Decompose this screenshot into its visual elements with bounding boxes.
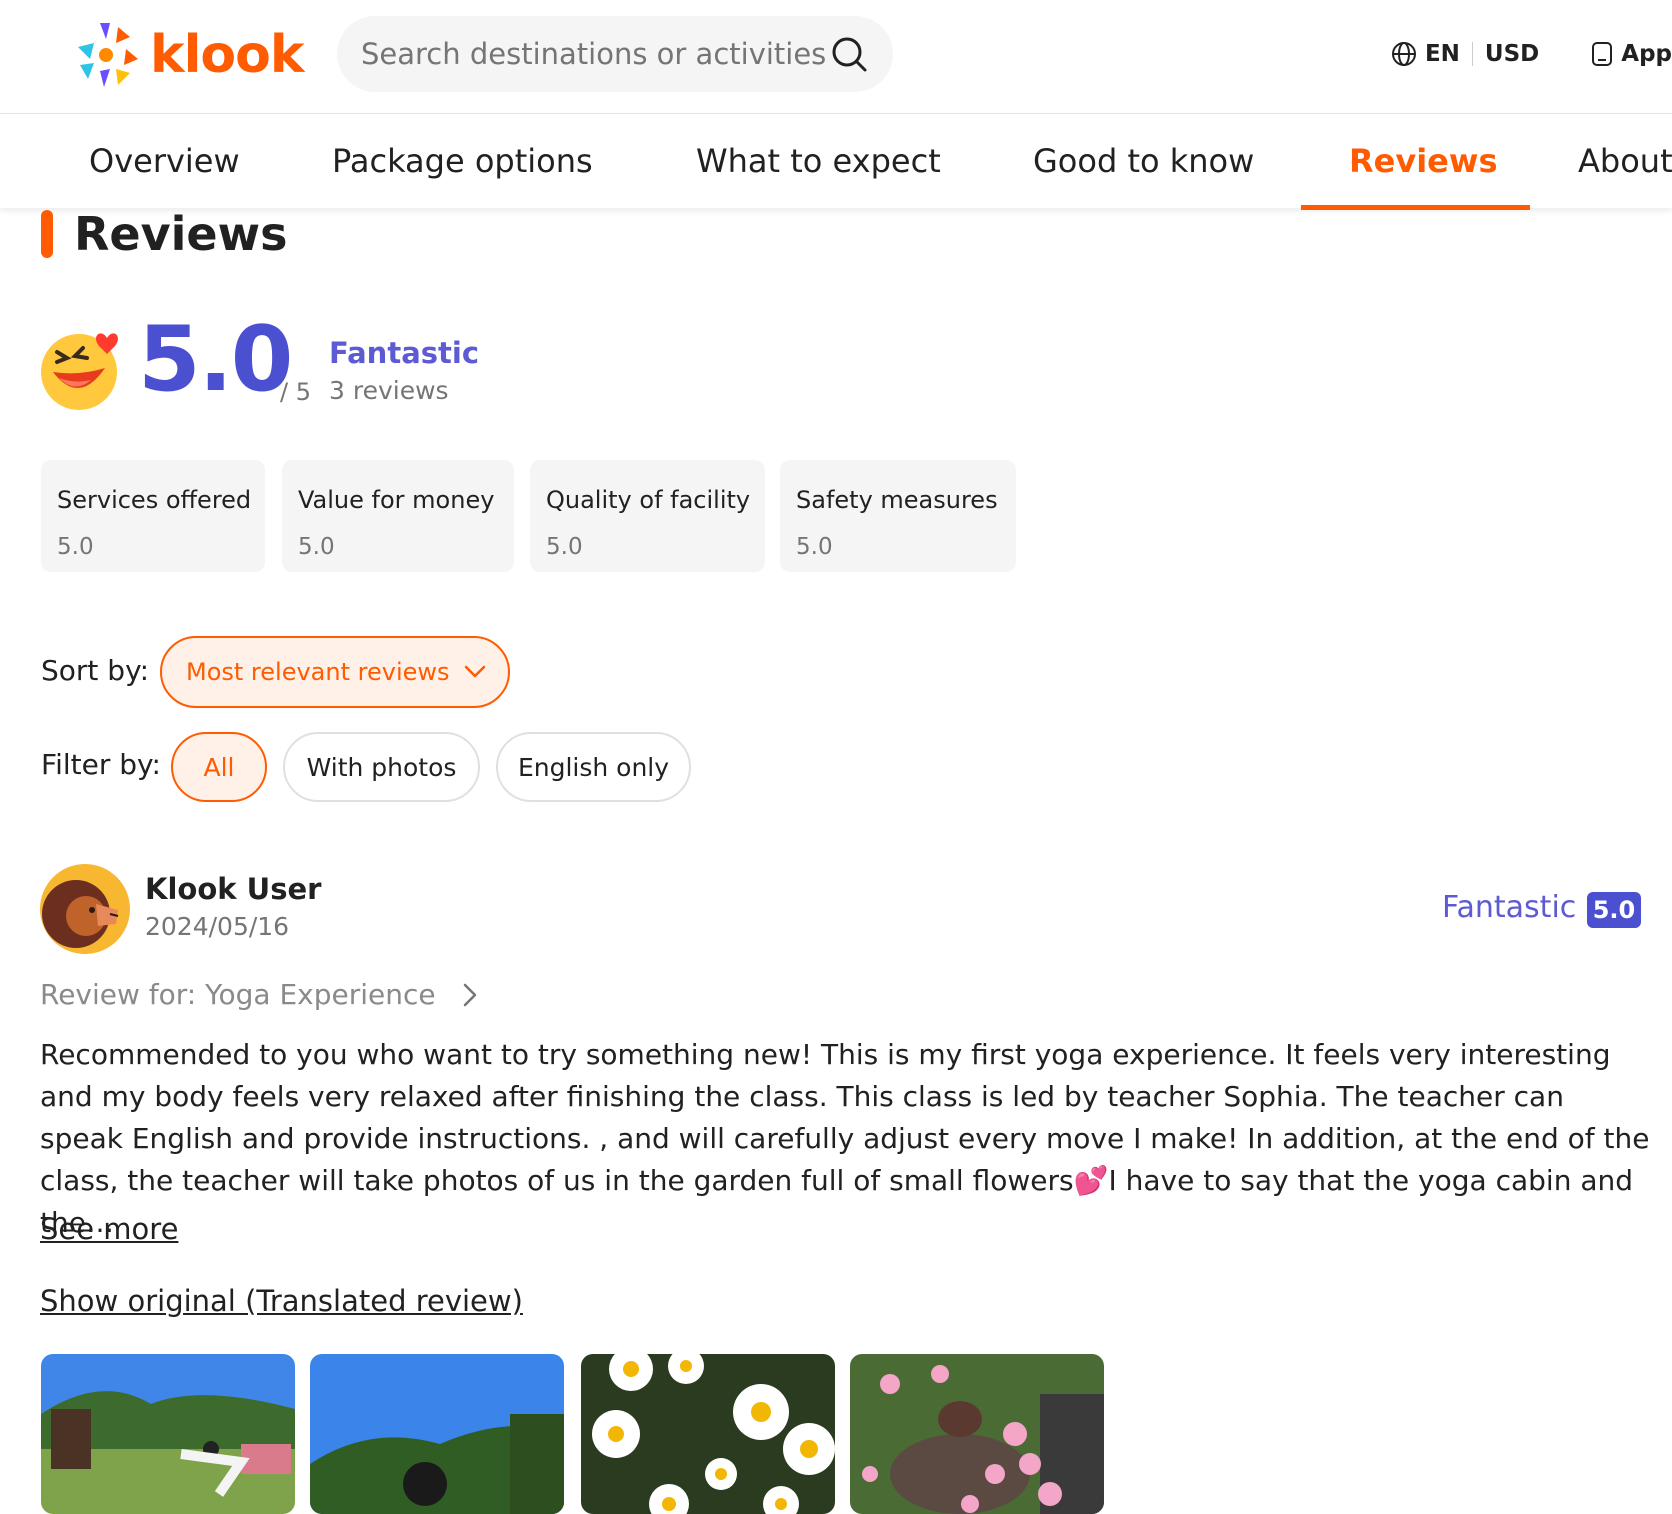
currency-label: USD [1484, 41, 1540, 67]
see-more-link[interactable]: See more [40, 1212, 178, 1246]
klook-logo[interactable]: klook [70, 20, 304, 90]
review-body: Recommended to you who want to try somet… [40, 1038, 1650, 1239]
divider [1471, 42, 1473, 66]
app-download-link[interactable]: App [1591, 41, 1672, 67]
sort-label: Sort by: [41, 654, 150, 687]
sub-rating-value: 5.0 [546, 534, 583, 560]
score-out-of: / 5 [280, 378, 311, 406]
yoga-pose-photo [41, 1354, 295, 1514]
filter-all[interactable]: All [171, 732, 267, 802]
review-rating-label: Fantastic [1442, 890, 1577, 925]
reviews-heading: Reviews [41, 207, 288, 261]
sort-value: Most relevant reviews [186, 658, 450, 686]
filter-english-only[interactable]: English only [496, 732, 691, 802]
tab-overview[interactable]: Overview [89, 114, 240, 208]
pink-flowers-photo [850, 1354, 1104, 1514]
tab-what-to-expect[interactable]: What to expect [696, 114, 941, 208]
header-utilities: EN USD App [1391, 30, 1672, 78]
chevron-right-icon [463, 983, 476, 1006]
heading-accent-bar [41, 210, 53, 258]
tab-good-to-know[interactable]: Good to know [1033, 114, 1254, 208]
phone-icon [1592, 42, 1613, 66]
sub-rating-card: Value for money 5.0 [282, 460, 514, 572]
tab-reviews[interactable]: Reviews [1349, 114, 1497, 208]
sub-rating-value: 5.0 [57, 534, 94, 560]
score-rating-label: Fantastic [329, 336, 480, 370]
filter-with-photos[interactable]: With photos [283, 732, 480, 802]
laughing-heart-emoji-icon [41, 333, 118, 410]
language-label: EN [1424, 41, 1460, 67]
globe-icon [1391, 42, 1416, 66]
filter-label: Filter by: [41, 748, 161, 781]
overall-score: 5.0 [138, 307, 293, 412]
sub-rating-value: 5.0 [298, 534, 335, 560]
sub-rating-name: Services offered [57, 486, 252, 514]
tab-package-options[interactable]: Package options [332, 114, 593, 208]
yoga-stretch-photo [310, 1354, 564, 1514]
sub-rating-card: Quality of facility 5.0 [530, 460, 765, 572]
review-photo[interactable] [581, 1354, 835, 1514]
active-tab-indicator [1301, 205, 1530, 210]
review-rating-badge: 5.0 [1587, 892, 1641, 928]
sub-rating-value: 5.0 [796, 534, 833, 560]
review-photo[interactable] [310, 1354, 564, 1514]
review-for-link[interactable]: Review for: Yoga Experience [40, 978, 478, 1011]
daisy-flowers-photo [581, 1354, 835, 1514]
lion-avatar-icon [40, 864, 130, 954]
klook-logo-icon [78, 23, 138, 87]
sub-rating-card: Safety measures 5.0 [780, 460, 1016, 572]
sub-rating-name: Safety measures [796, 486, 998, 514]
sub-rating-name: Quality of facility [546, 486, 751, 514]
reviewer-name: Klook User [145, 872, 322, 906]
review-for-label: Review for: Yoga Experience [40, 978, 436, 1011]
section-tabs: Overview Package options What to expect … [0, 114, 1672, 208]
brand-name: klook [150, 25, 304, 85]
avatar [40, 864, 130, 954]
sub-rating-card: Services offered 5.0 [41, 460, 265, 572]
review-count: 3 reviews [329, 376, 449, 405]
sub-rating-name: Value for money [298, 486, 495, 514]
search-icon[interactable] [829, 34, 869, 74]
page-title: Reviews [74, 207, 288, 261]
search-input[interactable]: Search destinations or activities [361, 37, 829, 71]
app-label: App [1621, 41, 1672, 67]
review-date: 2024/05/16 [145, 912, 290, 941]
sort-dropdown[interactable]: Most relevant reviews [160, 636, 510, 708]
tab-about[interactable]: About [1578, 114, 1672, 208]
top-header: klook Search destinations or activities … [0, 0, 1672, 114]
show-original-link[interactable]: Show original (Translated review) [40, 1284, 523, 1318]
review-photo[interactable] [850, 1354, 1104, 1514]
review-photo[interactable] [41, 1354, 295, 1514]
language-currency-selector[interactable]: EN USD [1391, 41, 1539, 67]
chevron-down-icon [464, 665, 485, 678]
search-bar[interactable]: Search destinations or activities [337, 16, 893, 92]
